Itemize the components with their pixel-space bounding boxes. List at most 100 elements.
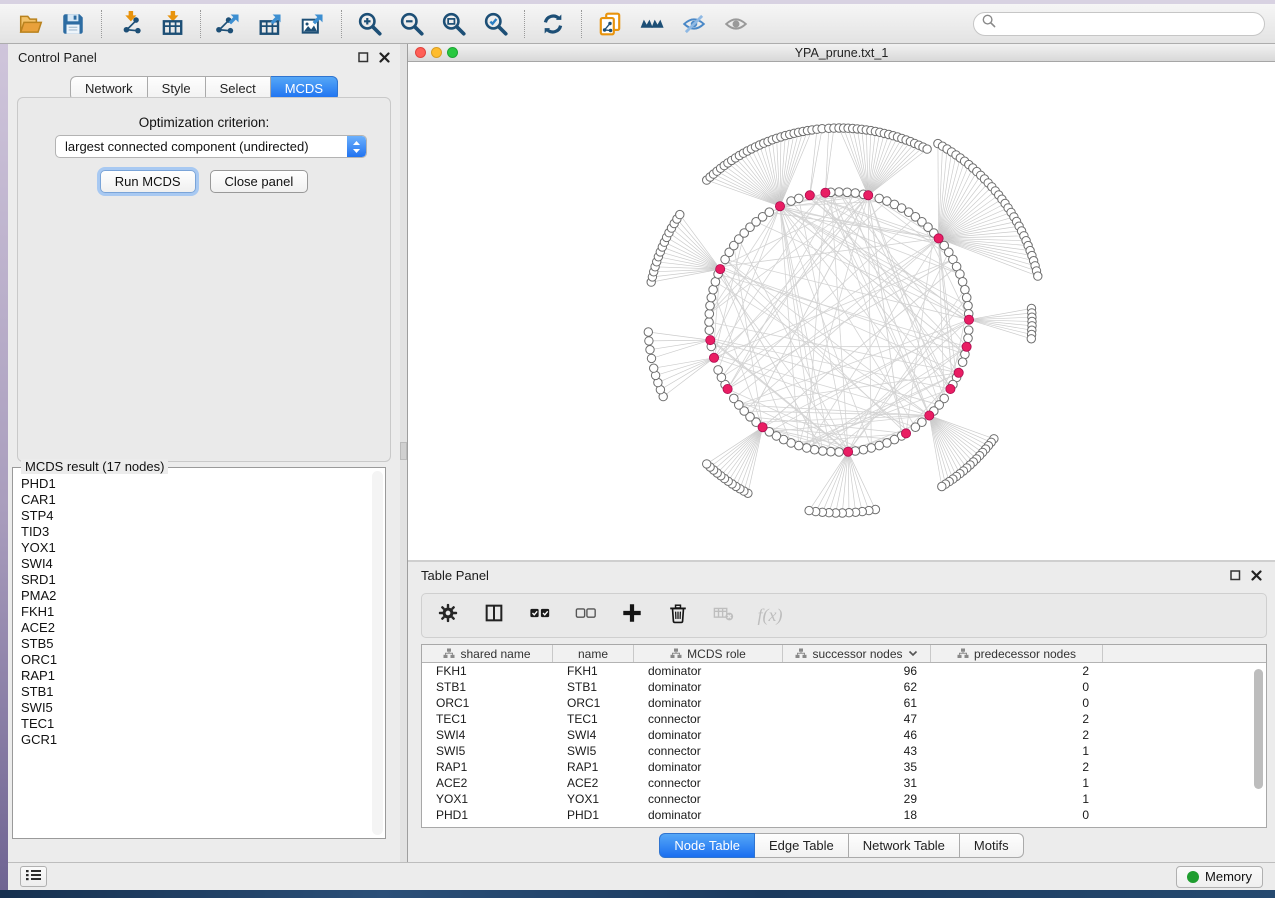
sort-desc-icon: [908, 650, 918, 657]
table-row[interactable]: STB1STB1dominator620: [422, 679, 1266, 695]
save-session-button[interactable]: [52, 7, 94, 41]
table-cell: RAP1: [422, 759, 553, 775]
table-cell: FKH1: [422, 663, 553, 679]
table-options-gear-button[interactable]: [432, 599, 464, 633]
result-node-item[interactable]: RAP1: [17, 668, 369, 684]
result-node-item[interactable]: CAR1: [17, 492, 369, 508]
result-node-item[interactable]: PMA2: [17, 588, 369, 604]
close-panel-icon[interactable]: [379, 52, 390, 63]
search-input[interactable]: [1002, 16, 1256, 31]
float-table-panel-icon[interactable]: [1230, 570, 1241, 581]
float-panel-icon[interactable]: [358, 52, 369, 63]
search-field[interactable]: [973, 12, 1265, 36]
table-tab-motifs[interactable]: Motifs: [960, 833, 1024, 858]
result-node-item[interactable]: STB1: [17, 684, 369, 700]
window-maximize-icon[interactable]: [447, 47, 458, 58]
result-node-item[interactable]: SWI4: [17, 556, 369, 572]
close-table-panel-icon[interactable]: [1251, 570, 1262, 581]
table-row[interactable]: YOX1YOX1connector291: [422, 791, 1266, 807]
zoom-selected-button[interactable]: [475, 7, 517, 41]
import-network-button[interactable]: [109, 7, 151, 41]
table-cell: SWI5: [422, 743, 553, 759]
close-panel-button[interactable]: Close panel: [210, 170, 309, 193]
table-cell: 46: [783, 727, 931, 743]
deselect-all-rows-button[interactable]: [570, 599, 602, 633]
function-builder-icon: f(x): [758, 605, 783, 626]
result-node-item[interactable]: TEC1: [17, 716, 369, 732]
duplicate-network-button[interactable]: [589, 7, 631, 41]
show-hide-columns-button[interactable]: [478, 599, 510, 633]
result-node-item[interactable]: ACE2: [17, 620, 369, 636]
table-tab-edge-table[interactable]: Edge Table: [755, 833, 849, 858]
result-node-item[interactable]: FKH1: [17, 604, 369, 620]
table-cell: SWI5: [553, 743, 634, 759]
show-all-button[interactable]: [715, 7, 757, 41]
open-file-button[interactable]: [10, 7, 52, 41]
result-node-item[interactable]: YOX1: [17, 540, 369, 556]
network-canvas[interactable]: [408, 62, 1275, 560]
tree-icon: [443, 648, 455, 659]
create-new-column-button[interactable]: [616, 599, 648, 633]
export-image-button[interactable]: [292, 7, 334, 41]
result-node-item[interactable]: ORC1: [17, 652, 369, 668]
column-header-shared-name[interactable]: shared name: [422, 645, 553, 662]
table-row[interactable]: ORC1ORC1dominator610: [422, 695, 1266, 711]
table-row[interactable]: ACE2ACE2connector311: [422, 775, 1266, 791]
result-list-scrollbar[interactable]: [372, 471, 383, 835]
select-all-rows-button[interactable]: [524, 599, 556, 633]
table-cell: SWI4: [553, 727, 634, 743]
first-neighbors-button[interactable]: [631, 7, 673, 41]
zoom-out-button[interactable]: [391, 7, 433, 41]
column-header-successor-nodes[interactable]: successor nodes: [783, 645, 931, 662]
window-minimize-icon[interactable]: [431, 47, 442, 58]
table-row[interactable]: PHD1PHD1dominator180: [422, 807, 1266, 823]
table-scrollbar-thumb[interactable]: [1254, 669, 1263, 789]
table-cell: PHD1: [553, 807, 634, 823]
control-panel-title: Control Panel: [18, 50, 97, 65]
hide-selected-button[interactable]: [673, 7, 715, 41]
table-cell: TEC1: [422, 711, 553, 727]
import-table-icon: [159, 11, 185, 37]
table-row[interactable]: FKH1FKH1dominator962: [422, 663, 1266, 679]
window-close-icon[interactable]: [415, 47, 426, 58]
table-row[interactable]: SWI4SWI4dominator462: [422, 727, 1266, 743]
memory-button[interactable]: Memory: [1176, 866, 1263, 888]
import-network-icon: [117, 11, 143, 37]
run-mcds-button[interactable]: Run MCDS: [100, 170, 196, 193]
panel-toggle-button[interactable]: [20, 866, 47, 887]
export-image-icon: [300, 11, 326, 37]
table-row[interactable]: TEC1TEC1connector472: [422, 711, 1266, 727]
zoom-in-button[interactable]: [349, 7, 391, 41]
table-cell: 43: [783, 743, 931, 759]
column-header-predecessor-nodes[interactable]: predecessor nodes: [931, 645, 1103, 662]
table-row[interactable]: RAP1RAP1dominator352: [422, 759, 1266, 775]
column-header-mcds-role[interactable]: MCDS role: [634, 645, 783, 662]
mcds-result-group: MCDS result (17 nodes) PHD1CAR1STP4TID3Y…: [12, 467, 386, 839]
result-node-item[interactable]: GCR1: [17, 732, 369, 748]
table-tab-node-table[interactable]: Node Table: [659, 833, 755, 858]
toolbar-separator: [101, 10, 102, 38]
optimization-criterion-select[interactable]: largest connected component (undirected): [55, 135, 367, 158]
splitter-grip[interactable]: [400, 442, 407, 460]
zoom-selected-icon: [483, 11, 509, 37]
export-network-icon: [216, 11, 242, 37]
result-node-item[interactable]: PHD1: [17, 476, 369, 492]
result-node-item[interactable]: SWI5: [17, 700, 369, 716]
column-header-name[interactable]: name: [553, 645, 634, 662]
result-node-item[interactable]: STB5: [17, 636, 369, 652]
zoom-fit-button[interactable]: [433, 7, 475, 41]
result-node-item[interactable]: SRD1: [17, 572, 369, 588]
export-table-button[interactable]: [250, 7, 292, 41]
hide-selected-icon: [681, 11, 707, 37]
column-label: predecessor nodes: [974, 647, 1076, 661]
table-cell: STB1: [553, 679, 634, 695]
result-node-item[interactable]: TID3: [17, 524, 369, 540]
panel-splitter[interactable]: [400, 44, 407, 862]
result-node-item[interactable]: STP4: [17, 508, 369, 524]
export-network-button[interactable]: [208, 7, 250, 41]
refresh-button[interactable]: [532, 7, 574, 41]
delete-columns-button[interactable]: [662, 599, 694, 633]
table-row[interactable]: SWI5SWI5connector431: [422, 743, 1266, 759]
table-tab-network-table[interactable]: Network Table: [849, 833, 960, 858]
import-table-button[interactable]: [151, 7, 193, 41]
